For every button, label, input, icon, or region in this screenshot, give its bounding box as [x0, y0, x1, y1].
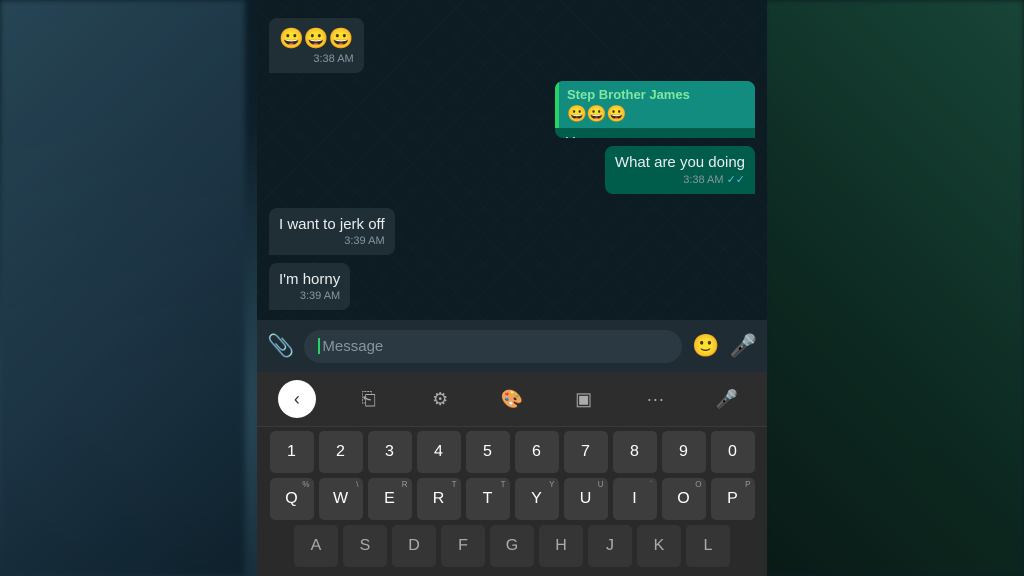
message-timestamp-3: 3:38 AM [683, 174, 723, 186]
key-0[interactable]: 0 [711, 431, 755, 473]
key-k[interactable]: K [637, 525, 681, 567]
key-l[interactable]: L [686, 525, 730, 567]
keyboard-rows: 1 2 3 4 5 6 7 8 9 0 %Q \W RE TR [257, 427, 767, 576]
message-timestamp-1: 3:38 AM [313, 53, 353, 65]
keyboard-palette-button[interactable]: 🎨 [493, 380, 531, 418]
key-g[interactable]: G [490, 525, 534, 567]
key-t[interactable]: TT [466, 478, 510, 520]
keyboard-image-button[interactable]: ▣ [565, 380, 603, 418]
more-icon: ··· [646, 389, 664, 410]
clipboard-icon: ⎗ [361, 389, 375, 410]
key-r[interactable]: TR [417, 478, 461, 520]
key-q[interactable]: %Q [270, 478, 314, 520]
left-blur-panel [0, 0, 245, 576]
keyboard-more-button[interactable]: ··· [636, 380, 674, 418]
chat-background: 😀😀😀 3:38 AM Step Brother James 😀😀😀 Hmmm … [257, 0, 767, 320]
message-text-hmmm: Hmmm [565, 134, 613, 138]
key-s[interactable]: S [343, 525, 387, 567]
message-text-horny: I'm horny [279, 271, 340, 288]
key-d[interactable]: D [392, 525, 436, 567]
back-icon: ‹ [294, 389, 300, 410]
message-bubble-sent-quoted: Step Brother James 😀😀😀 Hmmm 3:38 AM ✓✓ [555, 81, 755, 138]
message-bubble-sent-doing: What are you doing 3:38 AM ✓✓ [605, 146, 755, 194]
key-o[interactable]: OO [662, 478, 706, 520]
key-h[interactable]: H [539, 525, 583, 567]
emoji-button[interactable]: 🙂 [692, 333, 719, 359]
outer-background: 😀😀😀 3:38 AM Step Brother James 😀😀😀 Hmmm … [0, 0, 1024, 576]
asdf-row: A S D F G H J K L [259, 525, 765, 567]
key-i[interactable]: `I [613, 478, 657, 520]
quote-emoji: 😀😀😀 [567, 104, 745, 124]
quote-sender-name: Step Brother James [567, 87, 745, 102]
keyboard-mic-button[interactable]: 🎤 [708, 380, 746, 418]
image-icon: ▣ [575, 389, 592, 410]
key-y[interactable]: YY [515, 478, 559, 520]
double-tick-3: ✓✓ [727, 173, 745, 186]
key-u[interactable]: UU [564, 478, 608, 520]
quote-bar: Step Brother James 😀😀😀 [555, 81, 755, 128]
message-timestamp-5: 3:39 AM [300, 290, 340, 302]
emoji-content: 😀😀😀 [279, 26, 354, 51]
message-text-jerk: I want to jerk off [279, 216, 385, 233]
message-bubble-received-emoji: 😀😀😀 3:38 AM [269, 18, 364, 73]
message-input-area: 📎 Message 🙂 🎤 [257, 320, 767, 372]
number-row: 1 2 3 4 5 6 7 8 9 0 [259, 431, 765, 473]
key-f[interactable]: F [441, 525, 485, 567]
attach-icon[interactable]: 📎 [267, 333, 294, 359]
key-3[interactable]: 3 [368, 431, 412, 473]
keyboard-settings-button[interactable]: ⚙ [421, 380, 459, 418]
right-blur-panel [764, 0, 1024, 576]
keyboard-area: ‹ ⎗ ⚙ 🎨 ▣ ··· 🎤 [257, 372, 767, 576]
qwerty-row: %Q \W RE TR TT YY UU `I OO PP [259, 478, 765, 520]
keyboard-mic-icon: 🎤 [716, 389, 738, 410]
key-w[interactable]: \W [319, 478, 363, 520]
mic-button[interactable]: 🎤 [730, 333, 757, 359]
message-input[interactable]: Message [304, 330, 682, 363]
message-text-doing: What are you doing [615, 154, 745, 171]
keyboard-toolbar: ‹ ⎗ ⚙ 🎨 ▣ ··· 🎤 [257, 372, 767, 427]
palette-icon: 🎨 [501, 389, 523, 410]
key-p[interactable]: PP [711, 478, 755, 520]
input-placeholder: Message [322, 338, 383, 355]
keyboard-back-button[interactable]: ‹ [278, 380, 316, 418]
message-bubble-received-horny: I'm horny 3:39 AM [269, 263, 350, 310]
message-timestamp-4: 3:39 AM [344, 235, 384, 247]
key-5[interactable]: 5 [466, 431, 510, 473]
key-9[interactable]: 9 [662, 431, 706, 473]
bubble-content: Hmmm 3:38 AM ✓✓ [555, 128, 755, 138]
keyboard-clipboard-button[interactable]: ⎗ [350, 380, 388, 418]
key-6[interactable]: 6 [515, 431, 559, 473]
emoji-icons: 😀😀😀 [279, 26, 354, 51]
key-a[interactable]: A [294, 525, 338, 567]
message-bubble-received-jerk: I want to jerk off 3:39 AM [269, 208, 395, 255]
key-1[interactable]: 1 [270, 431, 314, 473]
key-7[interactable]: 7 [564, 431, 608, 473]
key-4[interactable]: 4 [417, 431, 461, 473]
settings-icon: ⚙ [432, 389, 448, 410]
phone-content-area: 😀😀😀 3:38 AM Step Brother James 😀😀😀 Hmmm … [257, 0, 767, 576]
cursor [318, 338, 320, 354]
key-j[interactable]: J [588, 525, 632, 567]
key-8[interactable]: 8 [613, 431, 657, 473]
key-e[interactable]: RE [368, 478, 412, 520]
key-2[interactable]: 2 [319, 431, 363, 473]
